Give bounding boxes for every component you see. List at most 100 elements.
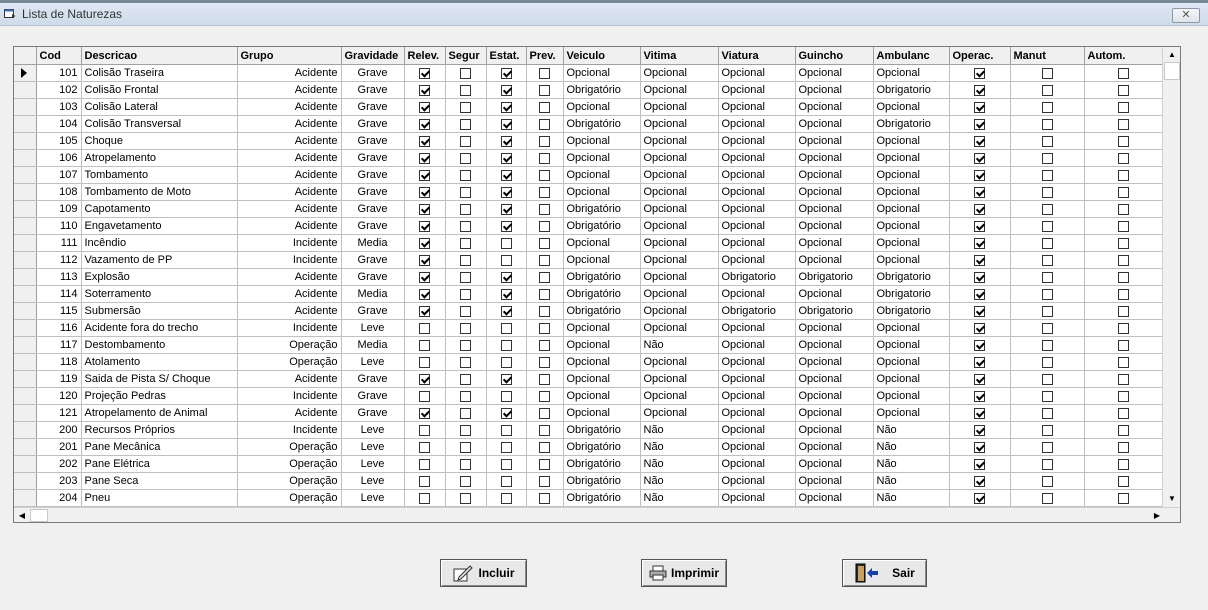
relev-checkbox[interactable]: [419, 203, 430, 215]
cell-guincho[interactable]: Opcional: [795, 200, 874, 218]
autom-checkbox[interactable]: [1117, 271, 1129, 283]
cell-operac[interactable]: [949, 200, 1011, 218]
manut-checkbox[interactable]: [1041, 135, 1053, 147]
cell-veiculo[interactable]: Opcional: [563, 336, 641, 354]
estat-checkbox[interactable]: [500, 356, 512, 368]
cell-vitima[interactable]: Opcional: [640, 285, 719, 303]
cell-ambulanc[interactable]: Opcional: [873, 64, 950, 82]
segur-checkbox[interactable]: [460, 305, 471, 317]
cell-ambulanc[interactable]: Opcional: [873, 387, 950, 405]
horizontal-scroll-thumb[interactable]: [30, 509, 48, 522]
relev-checkbox[interactable]: [419, 84, 430, 96]
relev-checkbox[interactable]: [419, 118, 430, 130]
cell-desc[interactable]: Tombamento de Moto: [81, 183, 238, 201]
operac-checkbox[interactable]: [974, 118, 985, 130]
table-row[interactable]: 101 Colisão Traseira Acidente Grave Opcional…: [14, 64, 1162, 82]
cell-desc[interactable]: Colisão Traseira: [81, 64, 238, 82]
cell-desc[interactable]: Incêndio: [81, 234, 238, 252]
cell-estat[interactable]: [486, 319, 527, 337]
manut-checkbox[interactable]: [1041, 254, 1053, 266]
relev-checkbox[interactable]: [419, 305, 430, 317]
cell-cod[interactable]: 106: [36, 149, 82, 167]
cell-vitima[interactable]: Opcional: [640, 387, 719, 405]
cell-veiculo[interactable]: Obrigatório: [563, 438, 641, 456]
cell-relev[interactable]: [404, 438, 446, 456]
segur-checkbox[interactable]: [460, 356, 471, 368]
cell-grupo[interactable]: Acidente: [237, 370, 342, 388]
table-row[interactable]: 104 Colisão Transversal Acidente Grave Obrig…: [14, 115, 1162, 133]
cell-grupo[interactable]: Acidente: [237, 115, 342, 133]
cell-estat[interactable]: [486, 353, 527, 371]
prev-checkbox[interactable]: [539, 373, 550, 385]
cell-viatura[interactable]: Opcional: [718, 285, 796, 303]
segur-checkbox[interactable]: [460, 475, 471, 487]
prev-checkbox[interactable]: [539, 407, 550, 419]
manut-checkbox[interactable]: [1041, 322, 1053, 334]
cell-desc[interactable]: Saida de Pista S/ Choque: [81, 370, 238, 388]
manut-checkbox[interactable]: [1041, 492, 1053, 504]
cell-ambulanc[interactable]: Opcional: [873, 234, 950, 252]
cell-manut[interactable]: [1010, 387, 1085, 405]
cell-desc[interactable]: Acidente fora do trecho: [81, 319, 238, 337]
cell-operac[interactable]: [949, 421, 1011, 439]
cell-operac[interactable]: [949, 217, 1011, 235]
prev-checkbox[interactable]: [539, 390, 550, 402]
cell-estat[interactable]: [486, 234, 527, 252]
table-row[interactable]: 107 Tombamento Acidente Grave Opcional Opcion…: [14, 166, 1162, 184]
cell-manut[interactable]: [1010, 404, 1085, 422]
operac-checkbox[interactable]: [974, 271, 985, 283]
cell-guincho[interactable]: Opcional: [795, 183, 874, 201]
row-indicator[interactable]: [14, 217, 37, 235]
cell-guincho[interactable]: Obrigatorio: [795, 268, 874, 286]
prev-checkbox[interactable]: [539, 475, 550, 487]
row-indicator[interactable]: [14, 64, 37, 82]
operac-checkbox[interactable]: [974, 84, 985, 96]
cell-grupo[interactable]: Acidente: [237, 149, 342, 167]
cell-viatura[interactable]: Opcional: [718, 64, 796, 82]
manut-checkbox[interactable]: [1041, 475, 1053, 487]
cell-prev[interactable]: [526, 234, 564, 252]
cell-operac[interactable]: [949, 319, 1011, 337]
cell-desc[interactable]: Engavetamento: [81, 217, 238, 235]
cell-prev[interactable]: [526, 302, 564, 320]
cell-grav[interactable]: Leve: [341, 472, 405, 490]
estat-checkbox[interactable]: [500, 186, 512, 198]
cell-operac[interactable]: [949, 149, 1011, 167]
cell-veiculo[interactable]: Opcional: [563, 404, 641, 422]
cell-vitima[interactable]: Opcional: [640, 81, 719, 99]
operac-checkbox[interactable]: [974, 254, 985, 266]
cell-autom[interactable]: [1084, 251, 1162, 269]
segur-checkbox[interactable]: [460, 186, 471, 198]
autom-checkbox[interactable]: [1117, 407, 1129, 419]
cell-grav[interactable]: Grave: [341, 64, 405, 82]
cell-grupo[interactable]: Incidente: [237, 319, 342, 337]
cell-viatura[interactable]: Opcional: [718, 489, 796, 507]
cell-segur[interactable]: [445, 132, 487, 150]
cell-segur[interactable]: [445, 472, 487, 490]
operac-checkbox[interactable]: [974, 356, 985, 368]
cell-grupo[interactable]: Operação: [237, 472, 342, 490]
cell-cod[interactable]: 104: [36, 115, 82, 133]
operac-checkbox[interactable]: [974, 237, 985, 249]
operac-checkbox[interactable]: [974, 169, 985, 181]
cell-viatura[interactable]: Opcional: [718, 183, 796, 201]
relev-checkbox[interactable]: [419, 186, 430, 198]
cell-operac[interactable]: [949, 455, 1011, 473]
estat-checkbox[interactable]: [500, 220, 512, 232]
cell-guincho[interactable]: Opcional: [795, 472, 874, 490]
operac-checkbox[interactable]: [974, 458, 985, 470]
cell-viatura[interactable]: Opcional: [718, 472, 796, 490]
cell-veiculo[interactable]: Obrigatório: [563, 472, 641, 490]
autom-checkbox[interactable]: [1117, 118, 1129, 130]
cell-autom[interactable]: [1084, 98, 1162, 116]
autom-checkbox[interactable]: [1117, 237, 1129, 249]
table-row[interactable]: 102 Colisão Frontal Acidente Grave Obrigatór…: [14, 81, 1162, 99]
relev-checkbox[interactable]: [419, 475, 430, 487]
segur-checkbox[interactable]: [460, 407, 471, 419]
cell-guincho[interactable]: Opcional: [795, 421, 874, 439]
cell-viatura[interactable]: Obrigatorio: [718, 268, 796, 286]
cell-relev[interactable]: [404, 455, 446, 473]
close-button[interactable]: ✕: [1172, 8, 1200, 23]
prev-checkbox[interactable]: [539, 237, 550, 249]
cell-segur[interactable]: [445, 166, 487, 184]
